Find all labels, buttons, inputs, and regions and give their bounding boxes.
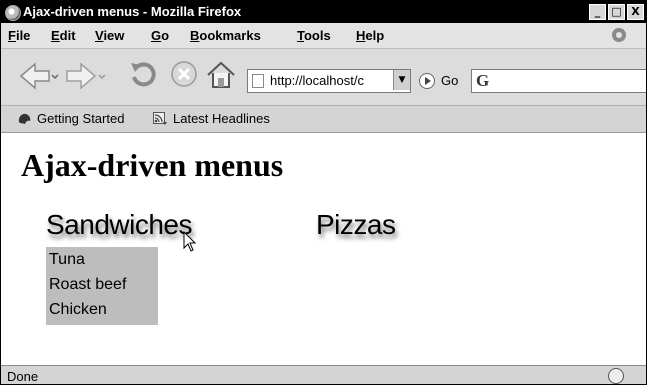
rss-feed-icon	[153, 111, 167, 125]
bookmark-label: Getting Started	[37, 111, 125, 126]
status-bar: Done	[1, 365, 646, 384]
navigation-toolbar: http://localhost/c ▼ Go G	[1, 49, 646, 106]
menu-go[interactable]: Go	[151, 28, 169, 43]
maximize-button[interactable]: □	[608, 4, 625, 20]
forward-arrow-icon[interactable]	[65, 59, 107, 93]
menu-bar: File Edit View Go Bookmarks Tools Help	[1, 23, 646, 49]
home-icon[interactable]	[205, 59, 237, 91]
firefox-icon	[5, 5, 21, 21]
search-input[interactable]: G	[471, 69, 646, 93]
status-text: Done	[7, 369, 39, 384]
stop-icon[interactable]	[169, 59, 199, 89]
getting-started-icon	[18, 113, 31, 124]
url-text: http://localhost/c	[270, 73, 364, 88]
submenu-item-chicken[interactable]: Chicken	[49, 301, 107, 319]
menu-help[interactable]: Help	[356, 28, 384, 43]
url-dropdown-button[interactable]: ▼	[393, 70, 410, 90]
menu-tools[interactable]: Tools	[297, 28, 331, 43]
bookmark-label: Latest Headlines	[173, 111, 270, 126]
minimize-button[interactable]: _	[589, 4, 606, 20]
bookmarks-toolbar: Getting Started Latest Headlines	[1, 106, 646, 133]
menu-view[interactable]: View	[95, 28, 124, 43]
close-button[interactable]: X	[627, 4, 644, 20]
browser-window: Ajax-driven menus - Mozilla Firefox _ □ …	[0, 0, 647, 385]
mouse-cursor-icon	[183, 231, 197, 252]
url-field[interactable]: http://localhost/c ▼	[247, 69, 411, 93]
menu-edit[interactable]: Edit	[51, 28, 76, 43]
window-controls: _ □ X	[589, 4, 644, 20]
google-search-icon[interactable]: G	[476, 71, 489, 91]
bookmark-getting-started[interactable]: Getting Started	[17, 111, 124, 126]
go-button[interactable]: Go	[441, 73, 458, 88]
window-title: Ajax-driven menus - Mozilla Firefox	[23, 4, 242, 19]
back-arrow-icon[interactable]	[17, 59, 59, 93]
menu-sandwiches[interactable]: Sandwiches	[46, 209, 192, 241]
status-face-icon	[608, 368, 624, 384]
submenu-item-tuna[interactable]: Tuna	[49, 251, 85, 269]
page-heading: Ajax-driven menus	[21, 147, 284, 183]
go-icon[interactable]	[419, 73, 435, 89]
title-bar: Ajax-driven menus - Mozilla Firefox _ □ …	[1, 1, 646, 23]
menu-bookmarks[interactable]: Bookmarks	[190, 28, 261, 43]
page-content: Ajax-driven menus Sandwiches Pizzas Tuna…	[1, 133, 646, 365]
menu-file[interactable]: File	[8, 28, 30, 43]
reload-icon[interactable]	[127, 59, 159, 91]
activity-throbber-icon	[612, 28, 626, 42]
bookmark-latest-headlines[interactable]: Latest Headlines	[153, 111, 270, 126]
page-icon	[252, 74, 264, 88]
sandwiches-submenu: Tuna Roast beef Chicken	[46, 247, 158, 325]
submenu-item-roast-beef[interactable]: Roast beef	[49, 276, 126, 294]
menu-pizzas[interactable]: Pizzas	[316, 209, 396, 241]
